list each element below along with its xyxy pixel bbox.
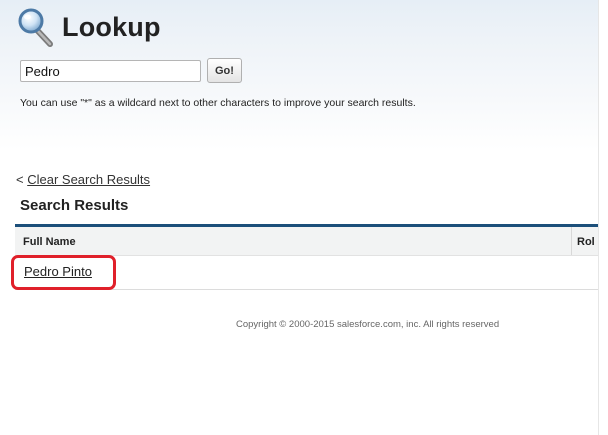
search-input[interactable] [20,60,201,82]
wildcard-hint: You can use "*" as a wildcard next to ot… [20,97,416,109]
go-button[interactable]: Go! [207,58,242,83]
highlight-box [11,255,116,290]
magnifier-icon [18,8,53,47]
clear-results-prefix: < [16,172,24,187]
column-header-role[interactable]: Rol [577,236,595,248]
results-table-header: Full Name Rol [15,227,598,256]
lookup-window: Lookup Go! You can use "*" as a wildcard… [0,0,599,435]
page-title: Lookup [62,12,161,42]
clear-results-row: < Clear Search Results [16,172,150,187]
copyright-text: Copyright © 2000-2015 salesforce.com, in… [236,319,500,330]
clear-search-results-link[interactable]: Clear Search Results [27,172,150,187]
column-divider [571,227,572,255]
search-results-title: Search Results [20,197,129,214]
column-header-full-name[interactable]: Full Name [23,236,76,248]
